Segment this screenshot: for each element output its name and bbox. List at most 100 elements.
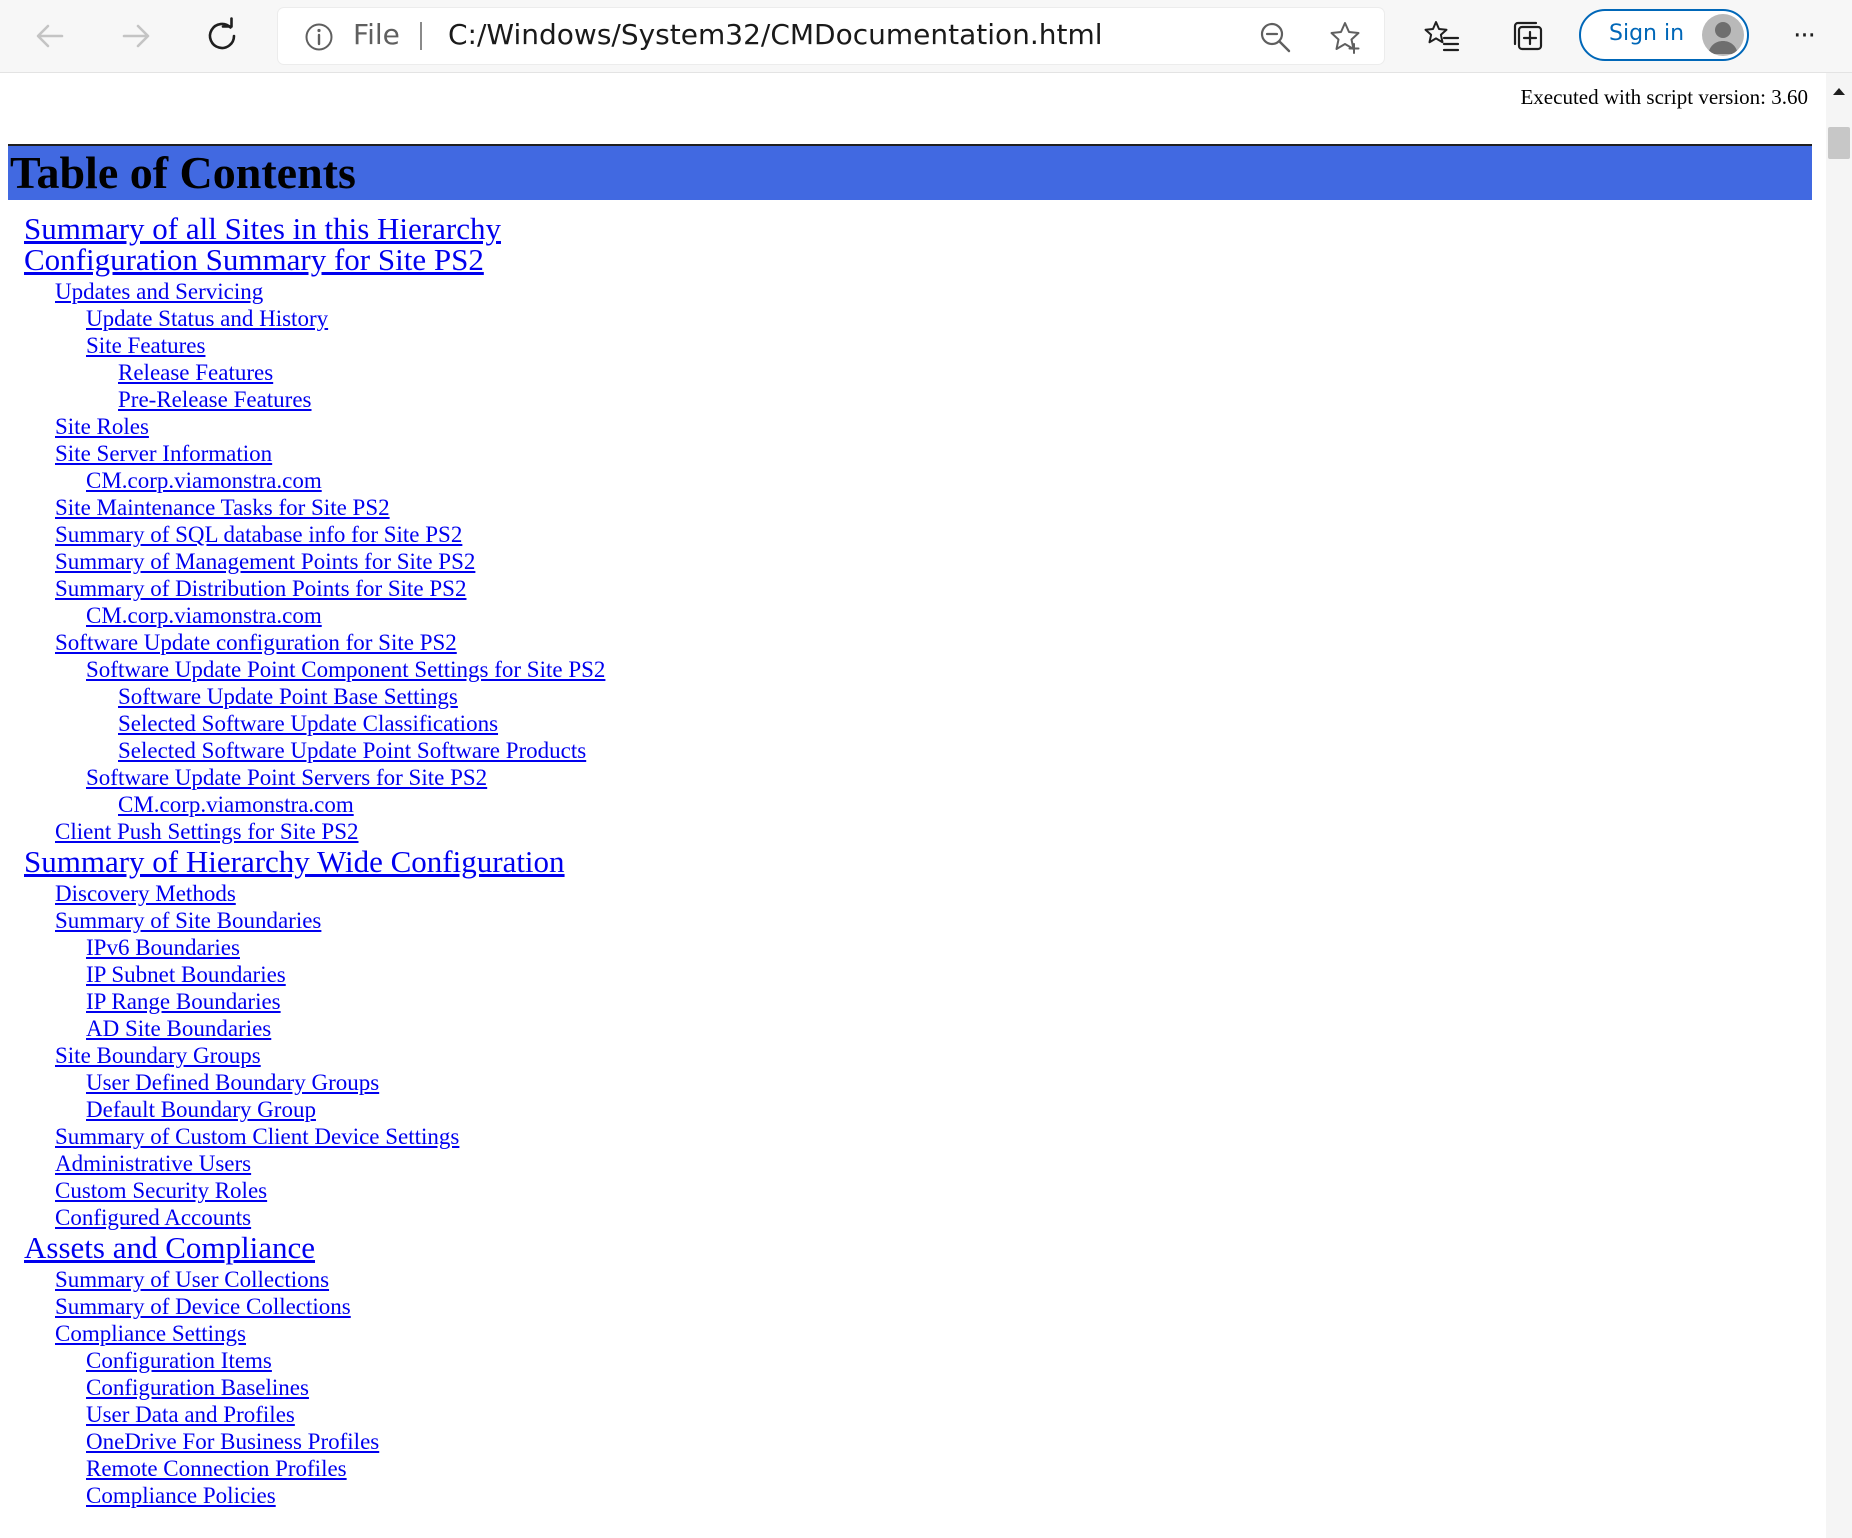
toc-link[interactable]: Summary of Device Collections	[55, 1294, 351, 1319]
scroll-up-arrow-icon[interactable]	[1832, 83, 1846, 101]
toc-item: Site Boundary Groups	[55, 1043, 261, 1069]
vertical-scrollbar[interactable]	[1826, 73, 1852, 1538]
toc-link[interactable]: Summary of SQL database info for Site PS…	[55, 522, 462, 547]
toc-item: Summary of User Collections	[55, 1267, 329, 1293]
toc-item: Selected Software Update Classifications	[118, 711, 498, 737]
toc-link[interactable]: Release Features	[118, 360, 273, 385]
toc-link[interactable]: Site Features	[86, 333, 205, 358]
toc-item: User Defined Boundary Groups	[86, 1070, 379, 1096]
toc-link[interactable]: Configuration Items	[86, 1348, 272, 1373]
toc-item: Summary of Hierarchy Wide Configuration	[24, 844, 565, 880]
toc-link[interactable]: CM.corp.viamonstra.com	[86, 468, 322, 493]
toc-item: Software Update configuration for Site P…	[55, 630, 457, 656]
toc-link[interactable]: IP Range Boundaries	[86, 989, 281, 1014]
toc-link[interactable]: Configuration Baselines	[86, 1375, 309, 1400]
toc-link[interactable]: Client Push Settings for Site PS2	[55, 819, 359, 844]
toc-link[interactable]: Site Boundary Groups	[55, 1043, 261, 1068]
toc-item: Summary of Custom Client Device Settings	[55, 1124, 459, 1150]
toc-link[interactable]: Administrative Users	[55, 1151, 251, 1176]
zoom-out-icon[interactable]	[1258, 20, 1292, 59]
toc-item: Discovery Methods	[55, 881, 236, 907]
user-avatar-icon	[1702, 14, 1744, 56]
toc-link[interactable]: Compliance Policies	[86, 1483, 276, 1508]
toc-link[interactable]: Software Update configuration for Site P…	[55, 630, 457, 655]
toc-link[interactable]: Compliance Settings	[55, 1321, 246, 1346]
sign-in-button[interactable]: Sign in	[1579, 9, 1749, 61]
toc-item: Update Status and History	[86, 306, 328, 332]
toc-link[interactable]: Update Status and History	[86, 306, 328, 331]
toc-link[interactable]: OneDrive For Business Profiles	[86, 1429, 379, 1454]
favorites-list-icon	[1424, 21, 1460, 52]
toc-link[interactable]: Summary of all Sites in this Hierarchy	[24, 211, 501, 246]
toc-item: CM.corp.viamonstra.com	[86, 603, 322, 629]
toc-link[interactable]: Site Maintenance Tasks for Site PS2	[55, 495, 390, 520]
toc-link[interactable]: Software Update Point Servers for Site P…	[86, 765, 487, 790]
toc-link[interactable]: Pre-Release Features	[118, 387, 312, 412]
toc-item: Selected Software Update Point Software …	[118, 738, 586, 764]
more-options-button[interactable]: ···	[1778, 10, 1830, 62]
toc-link[interactable]: CM.corp.viamonstra.com	[118, 792, 354, 817]
toc-item: IPv6 Boundaries	[86, 935, 240, 961]
url-text[interactable]: C:/Windows/System32/CMDocumentation.html	[448, 18, 1103, 51]
toc-link[interactable]: Default Boundary Group	[86, 1097, 316, 1122]
toc-item: Compliance Settings	[55, 1321, 246, 1347]
toc-link[interactable]: Site Roles	[55, 414, 149, 439]
favorites-button[interactable]	[1416, 10, 1468, 62]
forward-button[interactable]	[110, 10, 162, 62]
toc-link[interactable]: IPv6 Boundaries	[86, 935, 240, 960]
back-button[interactable]	[24, 10, 76, 62]
toc-link[interactable]: CM.corp.viamonstra.com	[86, 603, 322, 628]
address-bar[interactable]: File C:/Windows/System32/CMDocumentation…	[278, 8, 1384, 64]
browser-toolbar: File C:/Windows/System32/CMDocumentation…	[0, 0, 1852, 73]
toc-link[interactable]: Configured Accounts	[55, 1205, 251, 1230]
script-version-text: Executed with script version: 3.60	[1520, 85, 1808, 109]
toc-item: Assets and Compliance	[24, 1230, 315, 1266]
add-favorite-star-icon[interactable]	[1328, 20, 1362, 59]
toc-link[interactable]: Summary of Custom Client Device Settings	[55, 1124, 459, 1149]
toc-link[interactable]: Selected Software Update Point Software …	[118, 738, 586, 763]
toc-link[interactable]: Summary of Hierarchy Wide Configuration	[24, 844, 565, 879]
toc-link[interactable]: IP Subnet Boundaries	[86, 962, 286, 987]
address-separator	[420, 22, 422, 50]
toc-link[interactable]: Site Server Information	[55, 441, 272, 466]
info-icon[interactable]	[304, 22, 334, 57]
toc-link[interactable]: User Data and Profiles	[86, 1402, 295, 1427]
toc-item: Software Update Point Servers for Site P…	[86, 765, 487, 791]
toc-item: Release Features	[118, 360, 273, 386]
toc-link[interactable]: Assets and Compliance	[24, 1230, 315, 1265]
toc-item: Pre-Release Features	[118, 387, 312, 413]
toc-link[interactable]: Selected Software Update Classifications	[118, 711, 498, 736]
toc-item: Updates and Servicing	[55, 279, 263, 305]
toc-header-bar: Table of Contents	[8, 144, 1812, 200]
toc-item: CM.corp.viamonstra.com	[118, 792, 354, 818]
toc-item: AD Site Boundaries	[86, 1016, 271, 1042]
toc-item: Custom Security Roles	[55, 1178, 267, 1204]
toc-item: Site Roles	[55, 414, 149, 440]
forward-arrow-icon	[122, 24, 150, 48]
toc-item: Default Boundary Group	[86, 1097, 316, 1123]
toc-link[interactable]: Remote Connection Profiles	[86, 1456, 347, 1481]
collections-button[interactable]	[1502, 10, 1554, 62]
scrollbar-thumb[interactable]	[1828, 127, 1850, 159]
toc-item: Software Update Point Base Settings	[118, 684, 458, 710]
toc-link[interactable]: Configuration Summary for Site PS2	[24, 242, 484, 277]
toc-link[interactable]: Summary of Management Points for Site PS…	[55, 549, 475, 574]
toc-link[interactable]: Updates and Servicing	[55, 279, 263, 304]
toc-link[interactable]: User Defined Boundary Groups	[86, 1070, 379, 1095]
toc-link[interactable]: AD Site Boundaries	[86, 1016, 271, 1041]
toc-link[interactable]: Summary of Distribution Points for Site …	[55, 576, 466, 601]
toc-item: Summary of Site Boundaries	[55, 908, 321, 934]
toc-link[interactable]: Summary of User Collections	[55, 1267, 329, 1292]
refresh-button[interactable]	[196, 10, 248, 62]
toc-item: IP Subnet Boundaries	[86, 962, 286, 988]
toc-item: Summary of Distribution Points for Site …	[55, 576, 466, 602]
sign-in-label: Sign in	[1609, 21, 1685, 46]
toc-item: Site Maintenance Tasks for Site PS2	[55, 495, 390, 521]
toc-item: Compliance Policies	[86, 1483, 276, 1509]
toc-link[interactable]: Summary of Site Boundaries	[55, 908, 321, 933]
toc-link[interactable]: Custom Security Roles	[55, 1178, 267, 1203]
toc-item: Client Push Settings for Site PS2	[55, 819, 359, 845]
toc-link[interactable]: Software Update Point Component Settings…	[86, 657, 605, 682]
toc-link[interactable]: Discovery Methods	[55, 881, 236, 906]
toc-link[interactable]: Software Update Point Base Settings	[118, 684, 458, 709]
